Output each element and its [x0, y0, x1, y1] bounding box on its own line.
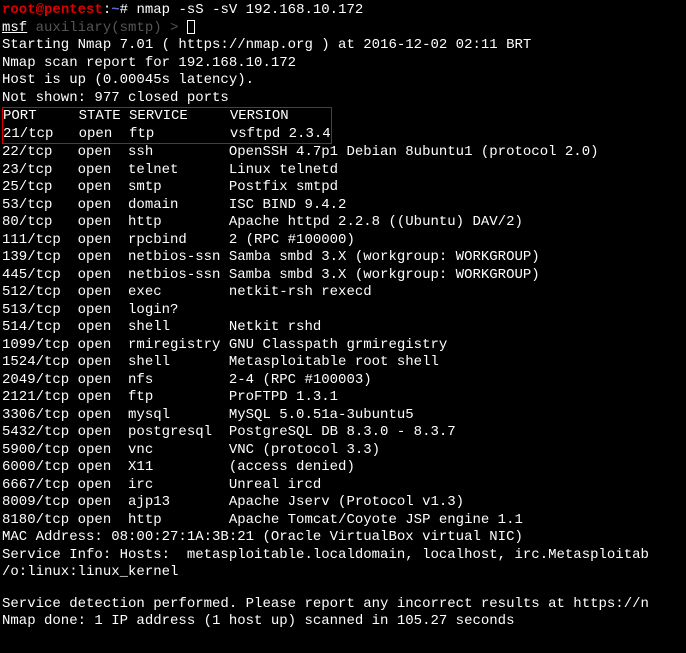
highlighted-port-box: PORT STATE SERVICE VERSION21/tcp open ft…	[2, 107, 332, 144]
prompt-colon: :	[103, 2, 111, 18]
output-line: Starting Nmap 7.01 ( https://nmap.org ) …	[2, 37, 684, 55]
prompt-line[interactable]: root@pentest:~# nmap -sS -sV 192.168.10.…	[2, 2, 684, 20]
table-row: 22/tcp open ssh OpenSSH 4.7p1 Debian 8ub…	[2, 144, 684, 162]
msf-ghost-line: msf auxiliary(smtp) >	[2, 20, 684, 38]
table-row: 80/tcp open http Apache httpd 2.2.8 ((Ub…	[2, 214, 684, 232]
table-header: PORT STATE SERVICE VERSION	[3, 108, 331, 126]
table-row: 25/tcp open smtp Postfix smtpd	[2, 179, 684, 197]
table-row: 139/tcp open netbios-ssn Samba smbd 3.X …	[2, 249, 684, 267]
table-row: 8180/tcp open http Apache Tomcat/Coyote …	[2, 512, 684, 530]
cursor-icon	[187, 20, 195, 34]
prompt-path: ~	[111, 2, 119, 18]
table-row: 2049/tcp open nfs 2-4 (RPC #100003)	[2, 372, 684, 390]
table-row: 6000/tcp open X11 (access denied)	[2, 459, 684, 477]
output-line: Host is up (0.00045s latency).	[2, 72, 684, 90]
output-line: MAC Address: 08:00:27:1A:3B:21 (Oracle V…	[2, 529, 684, 547]
table-row: 1099/tcp open rmiregistry GNU Classpath …	[2, 337, 684, 355]
table-row: 6667/tcp open irc Unreal ircd	[2, 477, 684, 495]
prompt-user: root	[2, 2, 36, 18]
table-row: 5900/tcp open vnc VNC (protocol 3.3)	[2, 442, 684, 460]
table-row: 513/tcp open login?	[2, 302, 684, 320]
table-row: 8009/tcp open ajp13 Apache Jserv (Protoc…	[2, 494, 684, 512]
output-line: Service Info: Hosts: metasploitable.loca…	[2, 547, 684, 565]
prompt-hash: #	[120, 2, 128, 18]
output-line: Nmap done: 1 IP address (1 host up) scan…	[2, 613, 684, 631]
table-row: 21/tcp open ftp vsftpd 2.3.4	[3, 126, 331, 144]
command: nmap -sS -sV 192.168.10.172	[136, 2, 363, 18]
table-row: 3306/tcp open mysql MySQL 5.0.51a-3ubunt…	[2, 407, 684, 425]
table-row: 5432/tcp open postgresql PostgreSQL DB 8…	[2, 424, 684, 442]
prompt-host: pentest	[44, 2, 103, 18]
output-line: /o:linux:linux_kernel	[2, 564, 684, 582]
table-row: 445/tcp open netbios-ssn Samba smbd 3.X …	[2, 267, 684, 285]
table-row: 2121/tcp open ftp ProFTPD 1.3.1	[2, 389, 684, 407]
table-row: 111/tcp open rpcbind 2 (RPC #100000)	[2, 232, 684, 250]
msf-label: msf	[2, 20, 27, 36]
output-line: Service detection performed. Please repo…	[2, 596, 684, 614]
table-row: 1524/tcp open shell Metasploitable root …	[2, 354, 684, 372]
prompt-at: @	[36, 2, 44, 18]
table-row: 53/tcp open domain ISC BIND 9.4.2	[2, 197, 684, 215]
output-line: Nmap scan report for 192.168.10.172	[2, 55, 684, 73]
table-row: 23/tcp open telnet Linux telnetd	[2, 162, 684, 180]
output-line: Not shown: 977 closed ports	[2, 90, 684, 108]
table-row: 514/tcp open shell Netkit rshd	[2, 319, 684, 337]
table-row: 512/tcp open exec netkit-rsh rexecd	[2, 284, 684, 302]
blank-line	[2, 582, 684, 596]
